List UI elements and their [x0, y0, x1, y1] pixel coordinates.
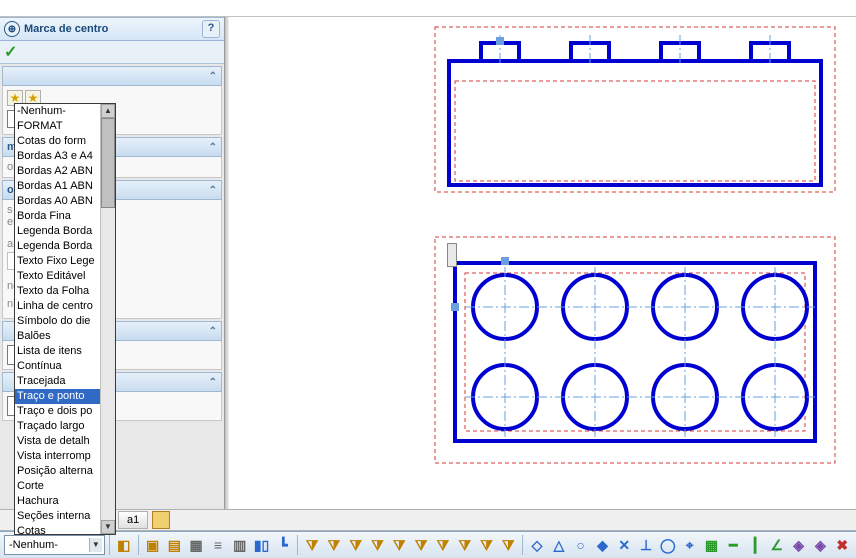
pane-splitter[interactable]	[225, 17, 229, 509]
drawing-canvas[interactable]	[225, 17, 856, 509]
filter7-icon[interactable]: ⧩	[433, 535, 453, 555]
filter1-icon[interactable]: ⧩	[302, 535, 322, 555]
dropdown-item[interactable]: Cotas do form	[15, 134, 100, 149]
snap-vert-icon[interactable]: ┃	[745, 535, 765, 555]
dropdown-item[interactable]: Seções interna	[15, 509, 100, 524]
dropdown-item[interactable]: Bordas A1 ABN	[15, 179, 100, 194]
layer-combo-value: -Nenhum-	[7, 539, 87, 551]
dropdown-item[interactable]: Cotas	[15, 524, 100, 534]
drawing-view-top	[425, 235, 845, 465]
drawing-view-front	[425, 25, 845, 195]
sheet-library-icon[interactable]	[152, 511, 170, 529]
dropdown-item[interactable]: -Nenhum-	[15, 104, 100, 119]
dropdown-item[interactable]: Contínua	[15, 359, 100, 374]
filter5-icon[interactable]: ⧩	[389, 535, 409, 555]
folder2-icon[interactable]: ▤	[164, 535, 184, 555]
dropdown-scrollbar[interactable]: ▲ ▼	[100, 104, 115, 534]
scroll-thumb[interactable]	[101, 118, 115, 208]
snap-horiz-icon[interactable]: ━	[723, 535, 743, 555]
quick-snap1-icon[interactable]: ◈	[789, 535, 809, 555]
layer-combo[interactable]: -Nenhum- ▼	[4, 535, 105, 555]
sheet-tabs: a1	[0, 509, 856, 531]
folder-icon[interactable]: ▣	[143, 535, 163, 555]
dropdown-item[interactable]: Balões	[15, 329, 100, 344]
snap-tangent-icon[interactable]: ◯	[658, 535, 678, 555]
filter2-icon[interactable]: ⧩	[324, 535, 344, 555]
snap-quadrant-icon[interactable]: ◆	[593, 535, 613, 555]
dropdown-item[interactable]: Posição alterna	[15, 464, 100, 479]
dropdown-item[interactable]: Símbolo do die	[15, 314, 100, 329]
dropdown-item[interactable]: Vista interromp	[15, 449, 100, 464]
dropdown-item[interactable]: Texto da Folha	[15, 284, 100, 299]
bar-chart-icon[interactable]: ▮▯	[252, 535, 272, 555]
sheet-tab[interactable]: a1	[118, 511, 148, 529]
ok-icon[interactable]: ✓	[4, 42, 17, 62]
filter6-icon[interactable]: ⧩	[411, 535, 431, 555]
snap-perp-icon[interactable]: ⊥	[636, 535, 656, 555]
snap-center-icon[interactable]: ○	[571, 535, 591, 555]
table-icon[interactable]: ▥	[230, 535, 250, 555]
flyout-handle[interactable]	[447, 243, 457, 267]
clear-snap-icon[interactable]: ✖	[832, 535, 852, 555]
confirm-bar: ✓	[0, 41, 224, 64]
layer-properties-icon[interactable]: ◧	[114, 535, 134, 555]
chart-icon[interactable]: ┗	[273, 535, 293, 555]
dropdown-item[interactable]: Vista de detalh	[15, 434, 100, 449]
filter3-icon[interactable]: ⧩	[346, 535, 366, 555]
filter4-icon[interactable]: ⧩	[368, 535, 388, 555]
dropdown-item[interactable]: Traçado largo	[15, 419, 100, 434]
snap-intersect-icon[interactable]: ✕	[614, 535, 634, 555]
style-dropdown-popup[interactable]: -Nenhum-FORMATCotas do formBordas A3 e A…	[14, 103, 116, 535]
scroll-up-arrow[interactable]: ▲	[101, 104, 115, 118]
list-icon[interactable]: ≡	[208, 535, 228, 555]
dropdown-item[interactable]: Traço e dois po	[15, 404, 100, 419]
section-style[interactable]: ⌃	[2, 66, 222, 86]
dropdown-item[interactable]: Texto Editável	[15, 269, 100, 284]
filter8-icon[interactable]: ⧩	[455, 535, 475, 555]
dropdown-item[interactable]: Texto Fixo Lege	[15, 254, 100, 269]
grid-icon[interactable]: ▦	[186, 535, 206, 555]
dropdown-item[interactable]: Legenda Borda	[15, 224, 100, 239]
dropdown-item[interactable]: Linha de centro	[15, 299, 100, 314]
feature-title: Marca de centro	[24, 23, 198, 35]
chevron-down-icon[interactable]: ▼	[89, 538, 102, 552]
bottom-toolbar: -Nenhum- ▼ ◧ ▣ ▤ ▦ ≡ ▥ ▮▯ ┗ ⧩ ⧩ ⧩ ⧩ ⧩ ⧩ …	[0, 531, 856, 558]
quick-snap2-icon[interactable]: ◈	[811, 535, 831, 555]
dropdown-item[interactable]: Bordas A2 ABN	[15, 164, 100, 179]
dropdown-item[interactable]: FORMAT	[15, 119, 100, 134]
snap-midpoint-icon[interactable]: △	[549, 535, 569, 555]
dropdown-item[interactable]: Hachura	[15, 494, 100, 509]
dropdown-item[interactable]: Bordas A3 e A4	[15, 149, 100, 164]
scroll-down-arrow[interactable]: ▼	[101, 520, 115, 534]
snap-nearest-icon[interactable]: ⌖	[680, 535, 700, 555]
filter10-icon[interactable]: ⧩	[498, 535, 518, 555]
dropdown-item[interactable]: Corte	[15, 479, 100, 494]
snap-angle-icon[interactable]: ∠	[767, 535, 787, 555]
snap-endpoint-icon[interactable]: ◇	[527, 535, 547, 555]
filter9-icon[interactable]: ⧩	[477, 535, 497, 555]
help-icon[interactable]: ?	[202, 20, 220, 38]
snap-grid-icon[interactable]: ▦	[702, 535, 722, 555]
dropdown-item[interactable]: Traço e ponto	[15, 389, 100, 404]
dropdown-item[interactable]: Legenda Borda	[15, 239, 100, 254]
dropdown-item[interactable]: Borda Fina	[15, 209, 100, 224]
dropdown-item[interactable]: Tracejada	[15, 374, 100, 389]
dropdown-item[interactable]: Lista de itens	[15, 344, 100, 359]
feature-title-bar: ⊕ Marca de centro ?	[0, 17, 224, 41]
centermark-icon: ⊕	[4, 21, 20, 37]
dropdown-item[interactable]: Bordas A0 ABN	[15, 194, 100, 209]
